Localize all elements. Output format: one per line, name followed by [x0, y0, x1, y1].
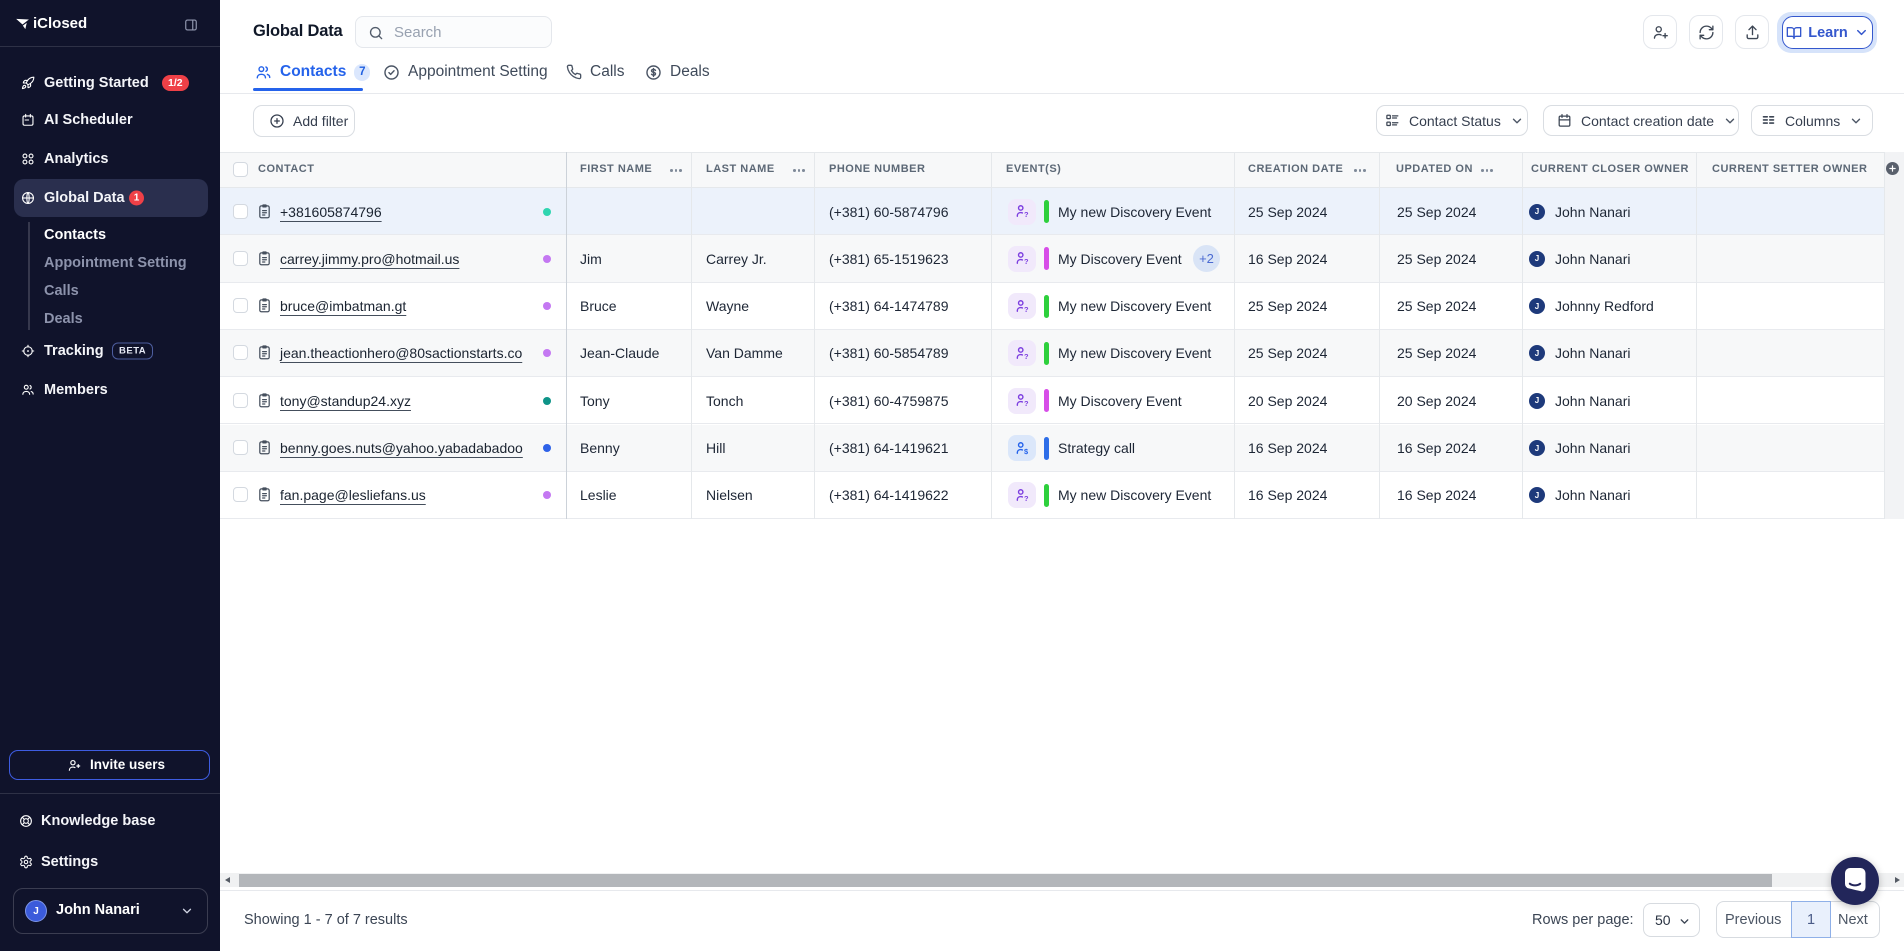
- svg-text:?: ?: [1024, 352, 1029, 361]
- svg-text:?: ?: [1024, 257, 1029, 266]
- svg-text:?: ?: [1024, 305, 1029, 314]
- svg-text:?: ?: [1024, 210, 1029, 219]
- svg-text:?: ?: [1024, 494, 1029, 503]
- svg-text:?: ?: [1024, 399, 1029, 408]
- svg-text:$: $: [1024, 446, 1029, 455]
